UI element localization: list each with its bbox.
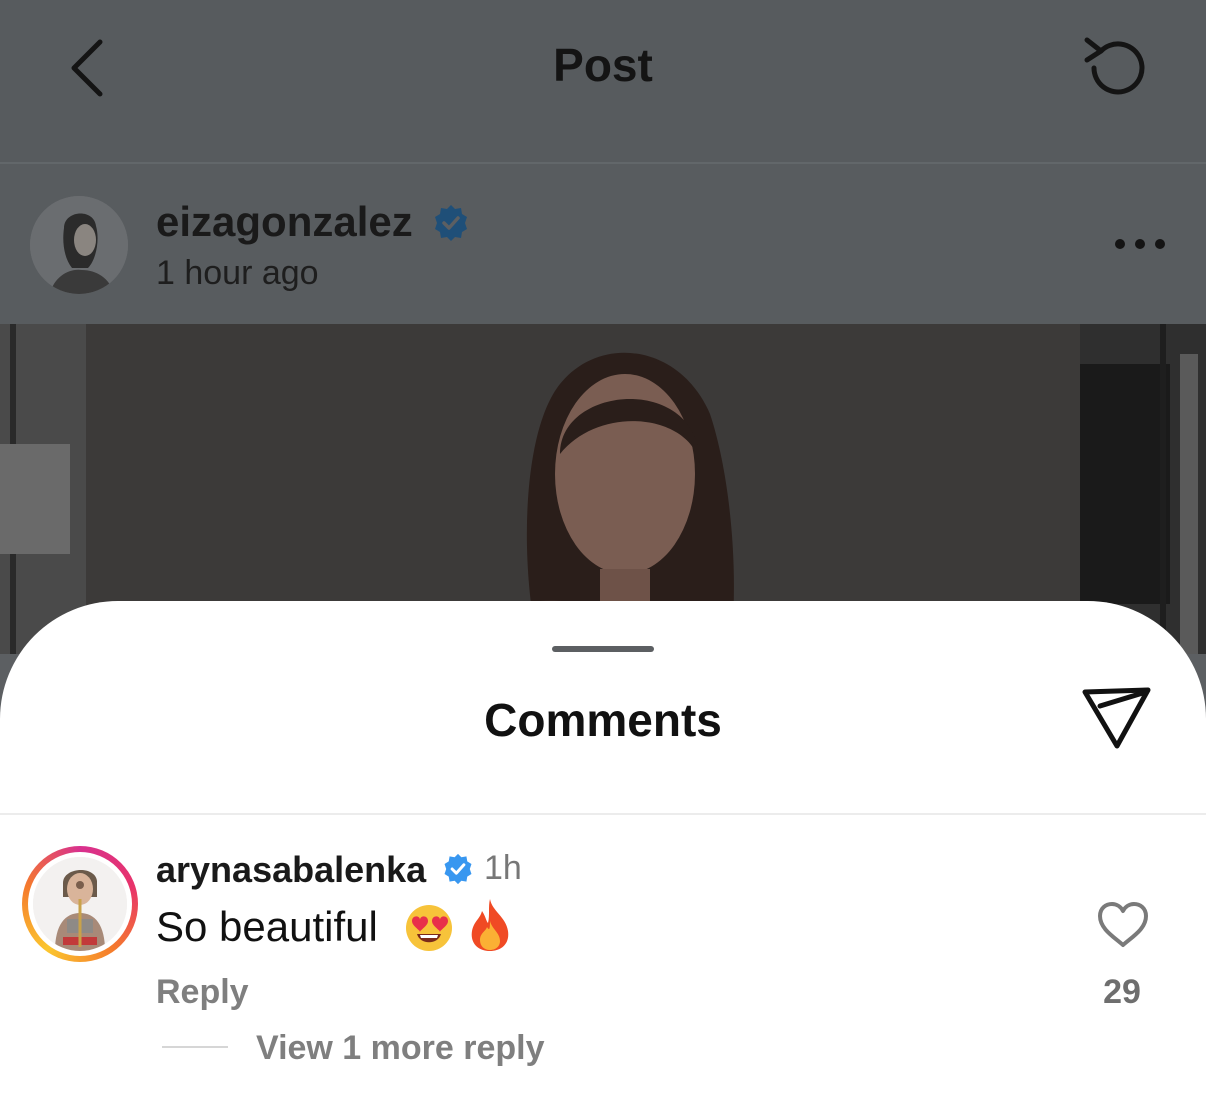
commenter-username[interactable]: arynasabalenka [156,849,426,891]
paper-plane-icon[interactable] [1080,685,1154,751]
commenter-photo [33,857,127,951]
more-horizontal-icon[interactable] [1112,236,1168,252]
heart-outline-icon[interactable] [1096,901,1150,949]
fire-emoji [466,897,514,953]
verified-badge-icon [432,204,470,242]
post-header: eizagonzalez 1 hour ago [0,164,1206,324]
reply-button[interactable]: Reply [156,973,249,1012]
view-more-replies-button[interactable]: View 1 more reply [256,1029,545,1068]
author-username[interactable]: eizagonzalez [156,198,413,246]
replies-connector-line [162,1046,228,1048]
author-avatar[interactable] [30,196,128,294]
comments-title: Comments [484,694,722,746]
post-timestamp: 1 hour ago [156,254,319,292]
verified-badge-icon [442,853,474,885]
heart-eyes-emoji [404,903,454,953]
top-nav-bar: Post [0,0,1206,164]
divider [0,813,1206,815]
commenter-avatar[interactable] [22,846,138,962]
comments-sheet: Comments arynasabalenka 1h So beautiful … [0,601,1206,1100]
like-count: 29 [1103,973,1141,1011]
comment-timestamp: 1h [484,849,522,887]
sheet-drag-handle[interactable] [552,646,654,652]
comment-text: So beautiful [156,903,378,950]
refresh-icon[interactable] [1078,30,1154,106]
page-title: Post [553,39,653,91]
story-ring-gap [28,852,132,956]
